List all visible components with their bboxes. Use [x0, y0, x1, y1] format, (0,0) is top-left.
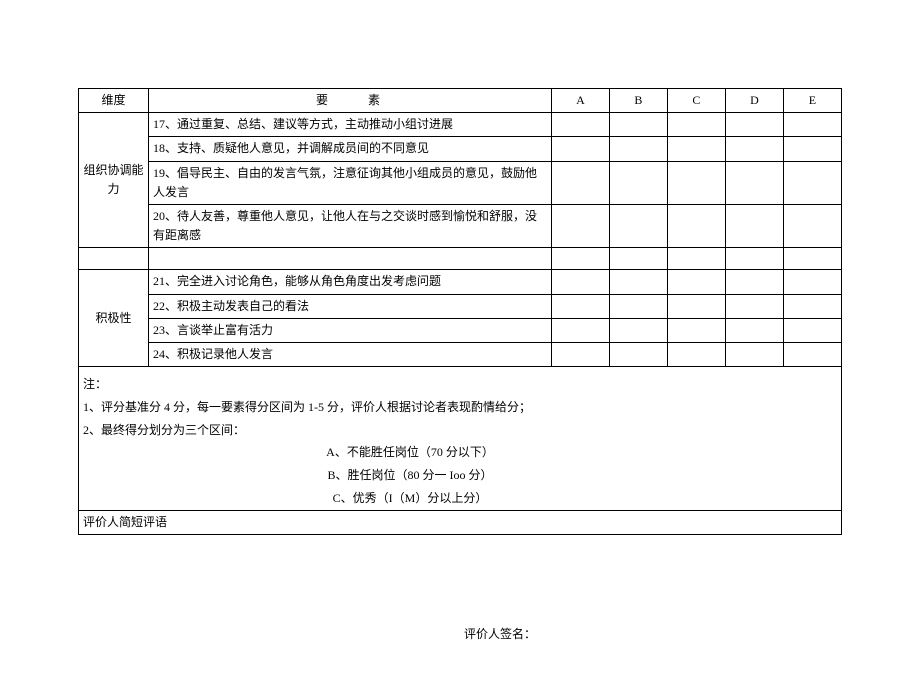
score-cell	[783, 113, 841, 137]
score-cell	[609, 113, 667, 137]
score-cell	[725, 318, 783, 342]
notes-cell: 注： 1、评分基准分 4 分，每一要素得分区间为 1-5 分，评价人根据讨论者表…	[79, 367, 842, 511]
score-cell	[609, 137, 667, 161]
score-cell	[725, 342, 783, 366]
notes-c: C、优秀（I（M）分以上分）	[79, 487, 838, 510]
table-row: 23、言谈举止富有活力	[79, 318, 842, 342]
comment-cell: 评价人简短评语	[79, 510, 842, 534]
score-cell	[725, 113, 783, 137]
score-cell	[609, 294, 667, 318]
notes-a: A、不能胜任岗位（70 分以下）	[79, 441, 838, 464]
empty-cell	[667, 248, 725, 270]
table-row: 24、积极记录他人发言	[79, 342, 842, 366]
spacer-row	[79, 248, 842, 270]
score-cell	[725, 161, 783, 204]
score-cell	[551, 204, 609, 247]
item-cell: 18、支持、质疑他人意见，并调解成员间的不同意见	[149, 137, 552, 161]
col-element-header: 要素	[149, 89, 552, 113]
col-dimension-header: 维度	[79, 89, 149, 113]
notes-line2: 2、最终得分划分为三个区间：	[83, 419, 837, 442]
score-cell	[783, 294, 841, 318]
table-row: 积极性 21、完全进入讨论角色，能够从角色角度出发考虑问题	[79, 270, 842, 294]
score-cell	[551, 161, 609, 204]
table-row: 18、支持、质疑他人意见，并调解成员间的不同意见	[79, 137, 842, 161]
empty-cell	[149, 248, 552, 270]
item-cell: 17、通过重复、总结、建议等方式，主动推动小组讨进展	[149, 113, 552, 137]
score-cell	[783, 137, 841, 161]
score-cell	[551, 318, 609, 342]
empty-cell	[609, 248, 667, 270]
score-cell	[609, 270, 667, 294]
empty-cell	[725, 248, 783, 270]
score-cell	[667, 318, 725, 342]
score-cell	[609, 204, 667, 247]
dimension-cell-2: 积极性	[79, 270, 149, 367]
score-cell	[609, 318, 667, 342]
item-cell: 19、倡导民主、自由的发言气氛，注意征询其他小组成员的意见，鼓励他人发言	[149, 161, 552, 204]
score-cell	[667, 270, 725, 294]
item-cell: 21、完全进入讨论角色，能够从角色角度出发考虑问题	[149, 270, 552, 294]
notes-heading: 注：	[83, 373, 837, 396]
evaluation-table: 维度 要素 A B C D E 组织协调能力 17、通过重复、总结、建议等方式，…	[78, 88, 842, 535]
signature-label: 评价人签名：	[78, 625, 842, 642]
comment-row: 评价人简短评语	[79, 510, 842, 534]
table-row: 19、倡导民主、自由的发言气氛，注意征询其他小组成员的意见，鼓励他人发言	[79, 161, 842, 204]
empty-cell	[783, 248, 841, 270]
empty-cell	[79, 248, 149, 270]
col-c-header: C	[667, 89, 725, 113]
score-cell	[783, 318, 841, 342]
item-cell: 22、积极主动发表自己的看法	[149, 294, 552, 318]
score-cell	[667, 342, 725, 366]
col-e-header: E	[783, 89, 841, 113]
score-cell	[551, 113, 609, 137]
score-cell	[667, 161, 725, 204]
table-row: 22、积极主动发表自己的看法	[79, 294, 842, 318]
notes-row: 注： 1、评分基准分 4 分，每一要素得分区间为 1-5 分，评价人根据讨论者表…	[79, 367, 842, 511]
score-cell	[551, 342, 609, 366]
score-cell	[783, 161, 841, 204]
item-cell: 23、言谈举止富有活力	[149, 318, 552, 342]
table-row: 组织协调能力 17、通过重复、总结、建议等方式，主动推动小组讨进展	[79, 113, 842, 137]
col-a-header: A	[551, 89, 609, 113]
score-cell	[551, 137, 609, 161]
score-cell	[667, 204, 725, 247]
dimension-cell-1: 组织协调能力	[79, 113, 149, 248]
score-cell	[667, 137, 725, 161]
item-cell: 20、待人友善，尊重他人意见，让他人在与之交谈时感到愉悦和舒服，没有距离感	[149, 204, 552, 247]
notes-line1: 1、评分基准分 4 分，每一要素得分区间为 1-5 分，评价人根据讨论者表现酌情…	[83, 396, 837, 419]
empty-cell	[551, 248, 609, 270]
table-row: 20、待人友善，尊重他人意见，让他人在与之交谈时感到愉悦和舒服，没有距离感	[79, 204, 842, 247]
header-row: 维度 要素 A B C D E	[79, 89, 842, 113]
score-cell	[609, 161, 667, 204]
item-cell: 24、积极记录他人发言	[149, 342, 552, 366]
notes-b: B、胜任岗位（80 分一 Ioo 分）	[79, 464, 838, 487]
score-cell	[609, 342, 667, 366]
score-cell	[725, 137, 783, 161]
score-cell	[667, 113, 725, 137]
score-cell	[725, 270, 783, 294]
score-cell	[551, 270, 609, 294]
score-cell	[551, 294, 609, 318]
score-cell	[725, 204, 783, 247]
score-cell	[783, 204, 841, 247]
score-cell	[783, 342, 841, 366]
score-cell	[725, 294, 783, 318]
col-d-header: D	[725, 89, 783, 113]
col-b-header: B	[609, 89, 667, 113]
score-cell	[667, 294, 725, 318]
score-cell	[783, 270, 841, 294]
